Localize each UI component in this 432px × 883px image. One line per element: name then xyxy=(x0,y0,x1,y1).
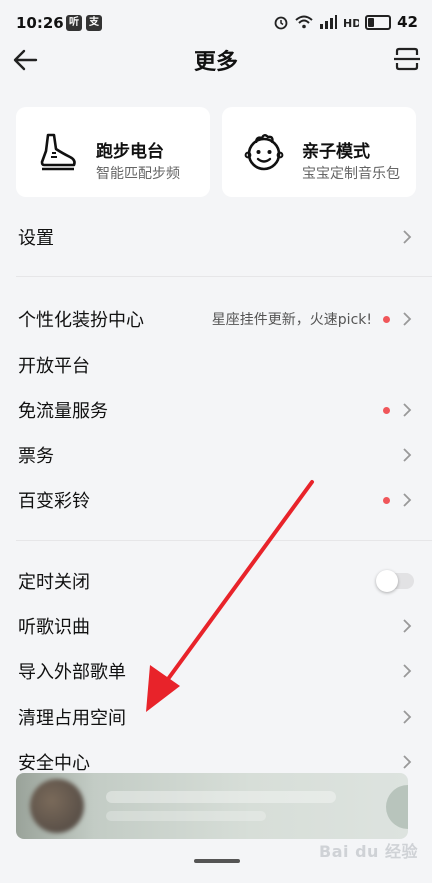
play-button[interactable] xyxy=(386,785,408,829)
notification-badge: 听 xyxy=(66,15,82,31)
watermark: Bai du 经验 xyxy=(319,842,418,861)
card-running-radio[interactable]: 跑步电台 智能匹配步频 xyxy=(16,107,210,197)
chevron-right-icon xyxy=(403,710,412,724)
menu-label: 免流量服务 xyxy=(18,401,108,422)
chevron-right-icon xyxy=(403,619,412,633)
card-subtitle: 智能匹配步频 xyxy=(96,166,180,182)
red-dot-badge xyxy=(383,315,390,323)
menu-item-open-platform[interactable]: 开放平台 xyxy=(0,343,432,387)
card-title: 亲子模式 xyxy=(302,142,370,162)
chevron-right-icon xyxy=(403,448,412,462)
chevron-right-icon xyxy=(403,230,412,244)
sleep-timer-toggle[interactable] xyxy=(376,570,414,592)
home-indicator[interactable] xyxy=(194,859,240,863)
menu-item-ringtones[interactable]: 百变彩铃 xyxy=(0,478,432,522)
menu-item-clean-storage[interactable]: 清理占用空间 xyxy=(0,695,432,739)
menu-label: 导入外部歌单 xyxy=(18,662,126,683)
menu-item-song-recognition[interactable]: 听歌识曲 xyxy=(0,604,432,648)
card-parent-child-mode[interactable]: 亲子模式 宝宝定制音乐包 xyxy=(222,107,416,197)
signal-icon xyxy=(320,15,338,29)
chevron-right-icon xyxy=(403,312,412,326)
menu-label: 清理占用空间 xyxy=(18,708,126,729)
page-title: 更多 xyxy=(193,50,238,75)
nav-bar: 更多 xyxy=(0,30,432,90)
menu-label: 设置 xyxy=(18,228,54,249)
section-divider xyxy=(16,540,432,541)
menu-label: 开放平台 xyxy=(18,356,90,377)
card-title: 跑步电台 xyxy=(96,142,164,162)
battery-icon xyxy=(365,14,392,30)
chevron-right-icon xyxy=(403,493,412,507)
card-subtitle: 宝宝定制音乐包 xyxy=(302,166,400,182)
notification-badge: 支 xyxy=(86,15,102,31)
svg-text:HD: HD xyxy=(343,17,359,29)
menu-label: 听歌识曲 xyxy=(18,617,90,638)
baby-face-icon xyxy=(244,134,284,171)
menu-label: 个性化装扮中心 xyxy=(18,310,144,331)
chevron-right-icon xyxy=(403,403,412,417)
mini-player[interactable] xyxy=(16,773,408,839)
song-title-blurred xyxy=(106,791,336,803)
artist-blurred xyxy=(106,811,266,821)
chevron-right-icon xyxy=(403,755,412,769)
red-dot-badge xyxy=(383,496,390,504)
running-shoe-icon xyxy=(40,133,76,171)
menu-item-import-playlist[interactable]: 导入外部歌单 xyxy=(0,649,432,693)
hd-icon: HD xyxy=(343,17,359,29)
menu-item-theme-center[interactable]: 个性化装扮中心 星座挂件更新，火速pick! xyxy=(0,297,432,341)
wifi-icon xyxy=(295,15,313,29)
red-dot-badge xyxy=(383,406,390,414)
menu-item-sleep-timer[interactable]: 定时关闭 xyxy=(0,559,432,603)
feature-cards: 跑步电台 智能匹配步频 亲子模式 宝宝定制音乐包 xyxy=(16,107,416,197)
menu-label: 票务 xyxy=(18,446,54,467)
chevron-right-icon xyxy=(403,664,412,678)
menu-hint: 星座挂件更新，火速pick! xyxy=(211,312,372,328)
menu-item-tickets[interactable]: 票务 xyxy=(0,433,432,477)
alarm-icon xyxy=(274,16,288,30)
menu-item-settings[interactable]: 设置 xyxy=(0,215,432,259)
menu-label: 定时关闭 xyxy=(18,572,90,593)
scan-icon[interactable] xyxy=(392,44,422,74)
menu-label: 安全中心 xyxy=(18,753,90,774)
menu-label: 百变彩铃 xyxy=(18,491,90,512)
battery-level: 42 xyxy=(397,13,418,31)
menu-item-free-data[interactable]: 免流量服务 xyxy=(0,388,432,432)
status-icons: HD 42 xyxy=(273,13,418,31)
album-cover xyxy=(30,779,84,833)
section-divider xyxy=(16,276,432,277)
